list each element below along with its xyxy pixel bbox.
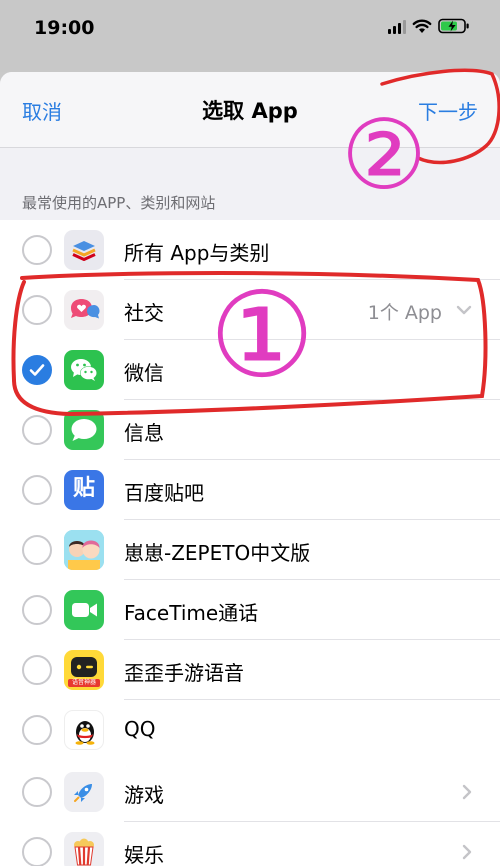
wifi-icon <box>412 19 432 33</box>
yy-icon: 语音神器 <box>64 650 104 690</box>
row-label: 歪歪手游语音 <box>124 661 244 685</box>
selection-radio[interactable] <box>22 535 52 565</box>
row-label: 所有 App与类别 <box>124 241 270 265</box>
row-label: 游戏 <box>124 783 164 807</box>
facetime-icon <box>64 590 104 630</box>
list-item-games[interactable]: 游戏 <box>0 762 500 822</box>
row-label: 百度贴吧 <box>124 481 204 505</box>
app-category-list: 所有 App与类别 社交 1个 App 微信 信息 贴 百度贴吧 崽崽-ZEPE… <box>0 220 500 866</box>
row-label: FaceTime通话 <box>124 601 259 625</box>
row-label: 社交 <box>124 301 164 325</box>
list-item-yy-voice[interactable]: 语音神器 歪歪手游语音 <box>0 640 500 700</box>
section-header: 最常使用的APP、类别和网站 <box>22 194 216 212</box>
rocket-icon <box>64 772 104 812</box>
list-item-social[interactable]: 社交 1个 App <box>0 280 500 340</box>
row-label: 崽崽-ZEPETO中文版 <box>124 541 311 565</box>
signal-icon <box>388 18 406 34</box>
list-item-facetime[interactable]: FaceTime通话 <box>0 580 500 640</box>
selection-radio[interactable] <box>22 475 52 505</box>
row-label: 娱乐 <box>124 843 164 866</box>
selection-radio[interactable] <box>22 777 52 807</box>
chevron-down-icon[interactable] <box>456 305 472 315</box>
popcorn-icon <box>64 832 104 866</box>
tieba-icon: 贴 <box>64 470 104 510</box>
nav-bar: 取消 选取 App 下一步 <box>0 72 500 148</box>
list-item-all-apps[interactable]: 所有 App与类别 <box>0 220 500 280</box>
list-item-baidu-tieba[interactable]: 贴 百度贴吧 <box>0 460 500 520</box>
list-item-entertainment[interactable]: 娱乐 <box>0 822 500 866</box>
layers-icon <box>64 230 104 270</box>
row-label: 信息 <box>124 421 164 445</box>
app-count: 1个 App <box>367 302 442 324</box>
selection-radio[interactable] <box>22 837 52 866</box>
selection-radio[interactable] <box>22 295 52 325</box>
row-label: QQ <box>124 717 156 741</box>
list-item-zepeto[interactable]: 崽崽-ZEPETO中文版 <box>0 520 500 580</box>
row-label: 微信 <box>124 361 164 385</box>
qq-penguin-icon <box>64 710 104 750</box>
wechat-icon <box>64 350 104 390</box>
checkmark-icon <box>29 364 45 376</box>
chevron-right-icon[interactable] <box>462 844 472 860</box>
zepeto-icon <box>64 530 104 570</box>
selection-radio[interactable] <box>22 595 52 625</box>
selection-radio[interactable] <box>22 415 52 445</box>
next-button[interactable]: 下一步 <box>418 96 478 125</box>
messages-icon <box>64 410 104 450</box>
list-item-messages[interactable]: 信息 <box>0 400 500 460</box>
selection-radio-checked[interactable] <box>22 355 52 385</box>
battery-charging-icon <box>438 18 469 34</box>
chevron-right-icon[interactable] <box>462 784 472 800</box>
selection-radio[interactable] <box>22 235 52 265</box>
status-time: 19:00 <box>34 17 95 39</box>
app-picker-sheet: 取消 选取 App 下一步 最常使用的APP、类别和网站 所有 App与类别 社… <box>0 72 500 866</box>
list-item-wechat[interactable]: 微信 <box>0 340 500 400</box>
status-bar: 19:00 <box>0 0 500 72</box>
status-icons <box>388 18 470 34</box>
list-item-qq[interactable]: QQ <box>0 700 500 760</box>
selection-radio[interactable] <box>22 715 52 745</box>
selection-radio[interactable] <box>22 655 52 685</box>
social-chat-icon <box>64 290 104 330</box>
